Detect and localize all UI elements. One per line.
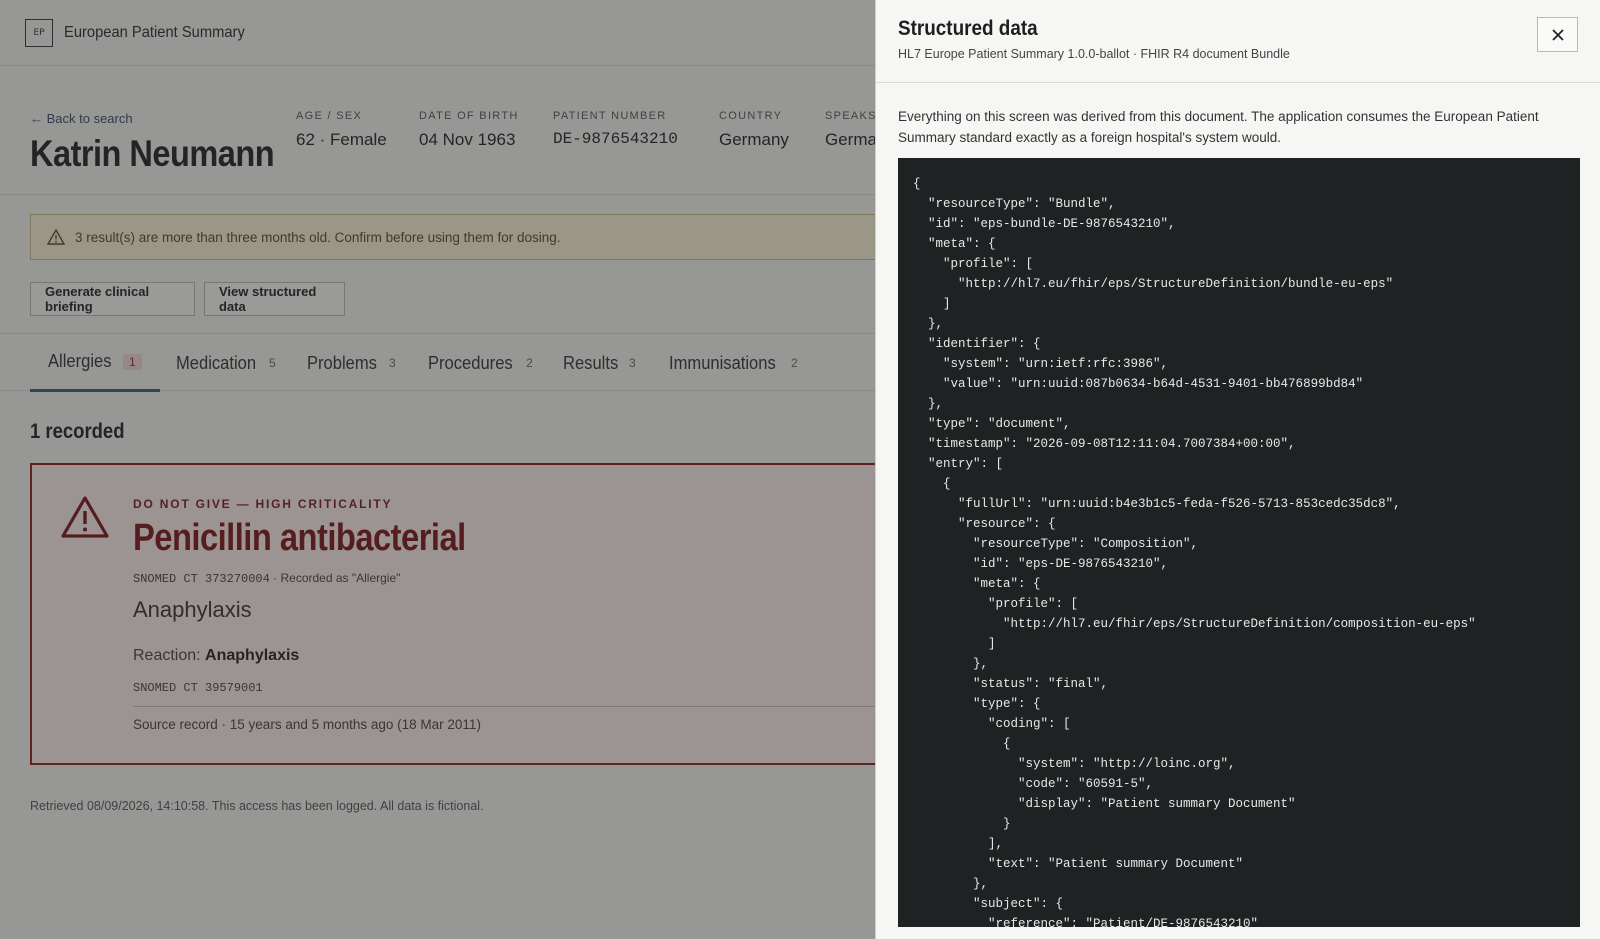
json-line: }, xyxy=(973,657,989,671)
json-line: ] xyxy=(988,637,996,651)
json-line: "type": "document", xyxy=(928,417,1071,431)
json-line: "text": "Patient summary Document" xyxy=(988,857,1244,871)
drawer-subtitle: HL7 Europe Patient Summary 1.0.0-ballot … xyxy=(898,47,1290,61)
json-code: { "resourceType": "Bundle", "id": "eps-b… xyxy=(898,158,1580,927)
drawer-title: Structured data xyxy=(898,17,1038,40)
json-line: }, xyxy=(973,877,989,891)
drawer-intro: Everything on this screen was derived fr… xyxy=(898,109,1539,145)
json-line: "status": "final", xyxy=(973,677,1109,691)
json-line: "subject": { xyxy=(973,897,1064,911)
json-line: "resource": { xyxy=(958,517,1056,531)
structured-data-drawer: Structured data HL7 Europe Patient Summa… xyxy=(875,0,1600,939)
json-line: { xyxy=(943,477,951,491)
json-line: "resourceType": "Bundle", xyxy=(928,197,1116,211)
json-line: "profile": [ xyxy=(988,597,1079,611)
close-button[interactable] xyxy=(1537,17,1578,52)
json-line: "profile": [ xyxy=(943,257,1034,271)
json-line: }, xyxy=(928,397,944,411)
json-line: "coding": [ xyxy=(988,717,1071,731)
json-line: "id": "eps-bundle-DE-9876543210", xyxy=(928,217,1176,231)
json-line: "meta": { xyxy=(928,237,996,251)
json-line: "system": "http://loinc.org", xyxy=(1018,757,1236,771)
json-line: "value": "urn:uuid:087b0634-b64d-4531-94… xyxy=(943,377,1364,391)
json-line: "resourceType": "Composition", xyxy=(973,537,1199,551)
json-line: "identifier": { xyxy=(928,337,1041,351)
json-line: ] xyxy=(943,297,951,311)
json-line: "fullUrl": "urn:uuid:b4e3b1c5-feda-f526-… xyxy=(958,497,1401,511)
drawer-header: Structured data HL7 Europe Patient Summa… xyxy=(876,0,1600,83)
json-line: "http://hl7.eu/fhir/eps/StructureDefinit… xyxy=(1003,617,1476,631)
json-line: { xyxy=(913,177,921,191)
json-viewer[interactable]: { "resourceType": "Bundle", "id": "eps-b… xyxy=(898,158,1580,927)
json-line: "meta": { xyxy=(973,577,1041,591)
json-line: "timestamp": "2026-09-08T12:11:04.700738… xyxy=(928,437,1296,451)
close-icon xyxy=(1551,28,1564,41)
json-line: }, xyxy=(928,317,944,331)
json-line: } xyxy=(1003,817,1011,831)
json-line: "reference": "Patient/DE-9876543210" xyxy=(988,917,1259,927)
json-line: "code": "60591-5", xyxy=(1018,777,1154,791)
json-line: { xyxy=(1003,737,1011,751)
json-line: "id": "eps-DE-9876543210", xyxy=(973,557,1169,571)
json-line: "type": { xyxy=(973,697,1041,711)
json-line: "system": "urn:ietf:rfc:3986", xyxy=(943,357,1169,371)
json-line: "display": "Patient summary Document" xyxy=(1018,797,1296,811)
json-line: "http://hl7.eu/fhir/eps/StructureDefinit… xyxy=(958,277,1394,291)
json-line: "entry": [ xyxy=(928,457,1004,471)
json-line: ], xyxy=(988,837,1004,851)
